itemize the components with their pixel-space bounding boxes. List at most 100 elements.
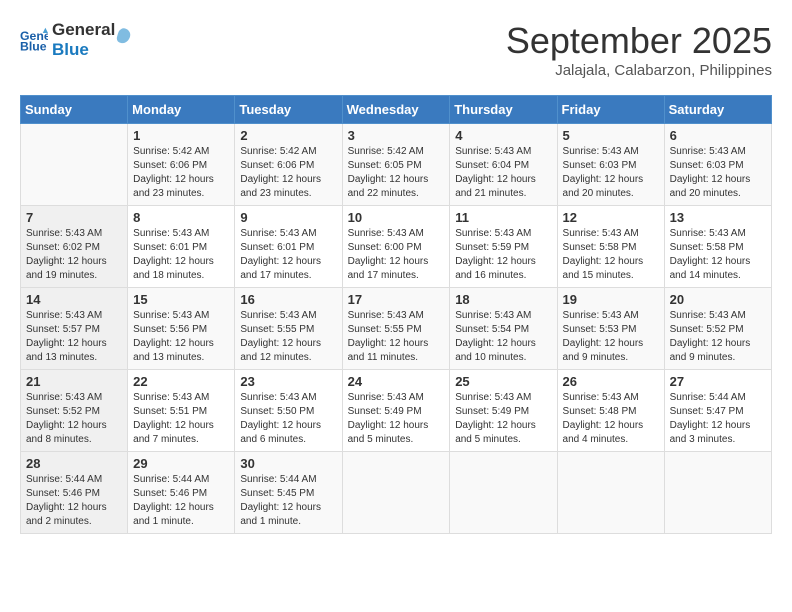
title-block: September 2025 Jalajala, Calabarzon, Phi…	[506, 20, 772, 79]
calendar-week-row: 21Sunrise: 5:43 AM Sunset: 5:52 PM Dayli…	[21, 370, 772, 452]
day-number: 3	[348, 128, 445, 143]
day-number: 25	[455, 374, 551, 389]
calendar-day-cell: 23Sunrise: 5:43 AM Sunset: 5:50 PM Dayli…	[235, 370, 342, 452]
calendar-day-cell: 30 Sunrise: 5:44 AM Sunset: 5:45 PM Dayli…	[235, 452, 342, 534]
calendar-day-cell: 16Sunrise: 5:43 AM Sunset: 5:55 PM Dayli…	[235, 288, 342, 370]
day-number: 27	[670, 374, 766, 389]
calendar-day-cell	[664, 452, 771, 534]
day-number: 14	[26, 292, 122, 307]
svg-text:Blue: Blue	[20, 39, 47, 53]
day-info: Sunrise: 5:43 AM Sunset: 5:55 PM Dayligh…	[348, 309, 445, 365]
day-number: 7	[26, 210, 122, 225]
month-title: September 2025	[506, 20, 772, 62]
day-info: Sunrise: 5:43 AM Sunset: 6:04 PM Dayligh…	[455, 145, 551, 201]
calendar-day-cell	[450, 452, 557, 534]
day-number: 2	[240, 128, 336, 143]
weekday-header: Monday	[128, 96, 235, 124]
calendar-day-cell: 20Sunrise: 5:43 AM Sunset: 5:52 PM Dayli…	[664, 288, 771, 370]
calendar-day-cell	[557, 452, 664, 534]
calendar-day-cell: 6 Sunrise: 5:43 AM Sunset: 6:03 PM Daylig…	[664, 124, 771, 206]
calendar-day-cell: 5Sunrise: 5:43 AM Sunset: 6:03 PM Daylig…	[557, 124, 664, 206]
calendar-day-cell: 13 Sunrise: 5:43 AM Sunset: 5:58 PM Dayli…	[664, 206, 771, 288]
calendar-day-cell: 18 Sunrise: 5:43 AM Sunset: 5:54 PM Dayli…	[450, 288, 557, 370]
day-info: Sunrise: 5:44 AM Sunset: 5:46 PM Dayligh…	[133, 473, 229, 529]
location-subtitle: Jalajala, Calabarzon, Philippines	[506, 62, 772, 79]
day-info: Sunrise: 5:43 AM Sunset: 5:59 PM Dayligh…	[455, 227, 551, 283]
day-number: 22	[133, 374, 229, 389]
logo-icon: General Blue	[20, 26, 48, 54]
day-info: Sunrise: 5:43 AM Sunset: 5:53 PM Dayligh…	[563, 309, 659, 365]
calendar-day-cell: 27 Sunrise: 5:44 AM Sunset: 5:47 PM Dayli…	[664, 370, 771, 452]
day-number: 19	[563, 292, 659, 307]
day-info: Sunrise: 5:42 AM Sunset: 6:05 PM Dayligh…	[348, 145, 445, 201]
day-number: 23	[240, 374, 336, 389]
calendar-day-cell: 1 Sunrise: 5:42 AM Sunset: 6:06 PM Daylig…	[128, 124, 235, 206]
day-number: 5	[563, 128, 659, 143]
day-number: 24	[348, 374, 445, 389]
calendar-day-cell: 29 Sunrise: 5:44 AM Sunset: 5:46 PM Dayli…	[128, 452, 235, 534]
calendar-day-cell: 3 Sunrise: 5:42 AM Sunset: 6:05 PM Daylig…	[342, 124, 450, 206]
calendar-day-cell: 21Sunrise: 5:43 AM Sunset: 5:52 PM Dayli…	[21, 370, 128, 452]
day-number: 4	[455, 128, 551, 143]
day-info: Sunrise: 5:43 AM Sunset: 6:01 PM Dayligh…	[133, 227, 229, 283]
day-info: Sunrise: 5:43 AM Sunset: 6:03 PM Dayligh…	[670, 145, 766, 201]
day-info: Sunrise: 5:42 AM Sunset: 6:06 PM Dayligh…	[240, 145, 336, 201]
calendar-day-cell: 9 Sunrise: 5:43 AM Sunset: 6:01 PM Daylig…	[235, 206, 342, 288]
day-info: Sunrise: 5:43 AM Sunset: 5:55 PM Dayligh…	[240, 309, 336, 365]
day-info: Sunrise: 5:43 AM Sunset: 5:58 PM Dayligh…	[563, 227, 659, 283]
day-info: Sunrise: 5:43 AM Sunset: 5:48 PM Dayligh…	[563, 391, 659, 447]
calendar-day-cell	[21, 124, 128, 206]
calendar-day-cell	[342, 452, 450, 534]
day-info: Sunrise: 5:43 AM Sunset: 5:58 PM Dayligh…	[670, 227, 766, 283]
calendar-day-cell: 17 Sunrise: 5:43 AM Sunset: 5:55 PM Dayli…	[342, 288, 450, 370]
calendar-day-cell: 10Sunrise: 5:43 AM Sunset: 6:00 PM Dayli…	[342, 206, 450, 288]
day-info: Sunrise: 5:43 AM Sunset: 5:52 PM Dayligh…	[670, 309, 766, 365]
calendar-week-row: 1 Sunrise: 5:42 AM Sunset: 6:06 PM Daylig…	[21, 124, 772, 206]
weekday-header: Thursday	[450, 96, 557, 124]
calendar-day-cell: 4 Sunrise: 5:43 AM Sunset: 6:04 PM Daylig…	[450, 124, 557, 206]
logo: General Blue General Blue	[20, 20, 133, 59]
day-info: Sunrise: 5:42 AM Sunset: 6:06 PM Dayligh…	[133, 145, 229, 201]
day-number: 1	[133, 128, 229, 143]
day-number: 28	[26, 456, 122, 471]
day-number: 29	[133, 456, 229, 471]
calendar-day-cell: 7 Sunrise: 5:43 AM Sunset: 6:02 PM Daylig…	[21, 206, 128, 288]
calendar-week-row: 28 Sunrise: 5:44 AM Sunset: 5:46 PM Dayli…	[21, 452, 772, 534]
calendar-day-cell: 12 Sunrise: 5:43 AM Sunset: 5:58 PM Dayli…	[557, 206, 664, 288]
page-header: General Blue General Blue September 2025…	[20, 20, 772, 79]
day-info: Sunrise: 5:44 AM Sunset: 5:46 PM Dayligh…	[26, 473, 122, 529]
day-info: Sunrise: 5:43 AM Sunset: 5:49 PM Dayligh…	[455, 391, 551, 447]
day-number: 6	[670, 128, 766, 143]
weekday-header: Tuesday	[235, 96, 342, 124]
day-info: Sunrise: 5:44 AM Sunset: 5:47 PM Dayligh…	[670, 391, 766, 447]
weekday-header: Friday	[557, 96, 664, 124]
day-info: Sunrise: 5:43 AM Sunset: 5:52 PM Dayligh…	[26, 391, 122, 447]
day-info: Sunrise: 5:43 AM Sunset: 5:54 PM Dayligh…	[455, 309, 551, 365]
calendar-day-cell: 15Sunrise: 5:43 AM Sunset: 5:56 PM Dayli…	[128, 288, 235, 370]
calendar-day-cell: 22Sunrise: 5:43 AM Sunset: 5:51 PM Dayli…	[128, 370, 235, 452]
day-number: 9	[240, 210, 336, 225]
calendar-day-cell: 2 Sunrise: 5:42 AM Sunset: 6:06 PM Daylig…	[235, 124, 342, 206]
calendar-day-cell: 14 Sunrise: 5:43 AM Sunset: 5:57 PM Dayli…	[21, 288, 128, 370]
day-info: Sunrise: 5:44 AM Sunset: 5:45 PM Dayligh…	[240, 473, 336, 529]
calendar-day-cell: 26Sunrise: 5:43 AM Sunset: 5:48 PM Dayli…	[557, 370, 664, 452]
calendar-week-row: 7 Sunrise: 5:43 AM Sunset: 6:02 PM Daylig…	[21, 206, 772, 288]
day-info: Sunrise: 5:43 AM Sunset: 6:02 PM Dayligh…	[26, 227, 122, 283]
day-number: 13	[670, 210, 766, 225]
weekday-header: Sunday	[21, 96, 128, 124]
calendar-table: SundayMondayTuesdayWednesdayThursdayFrid…	[20, 95, 772, 534]
day-number: 12	[563, 210, 659, 225]
day-number: 30	[240, 456, 336, 471]
calendar-header: SundayMondayTuesdayWednesdayThursdayFrid…	[21, 96, 772, 124]
calendar-day-cell: 24Sunrise: 5:43 AM Sunset: 5:49 PM Dayli…	[342, 370, 450, 452]
day-info: Sunrise: 5:43 AM Sunset: 6:01 PM Dayligh…	[240, 227, 336, 283]
logo-wave-icon	[115, 25, 133, 47]
calendar-day-cell: 8 Sunrise: 5:43 AM Sunset: 6:01 PM Daylig…	[128, 206, 235, 288]
day-number: 17	[348, 292, 445, 307]
day-number: 18	[455, 292, 551, 307]
day-number: 8	[133, 210, 229, 225]
day-info: Sunrise: 5:43 AM Sunset: 5:56 PM Dayligh…	[133, 309, 229, 365]
day-info: Sunrise: 5:43 AM Sunset: 6:00 PM Dayligh…	[348, 227, 445, 283]
calendar-day-cell: 28 Sunrise: 5:44 AM Sunset: 5:46 PM Dayli…	[21, 452, 128, 534]
day-info: Sunrise: 5:43 AM Sunset: 5:57 PM Dayligh…	[26, 309, 122, 365]
